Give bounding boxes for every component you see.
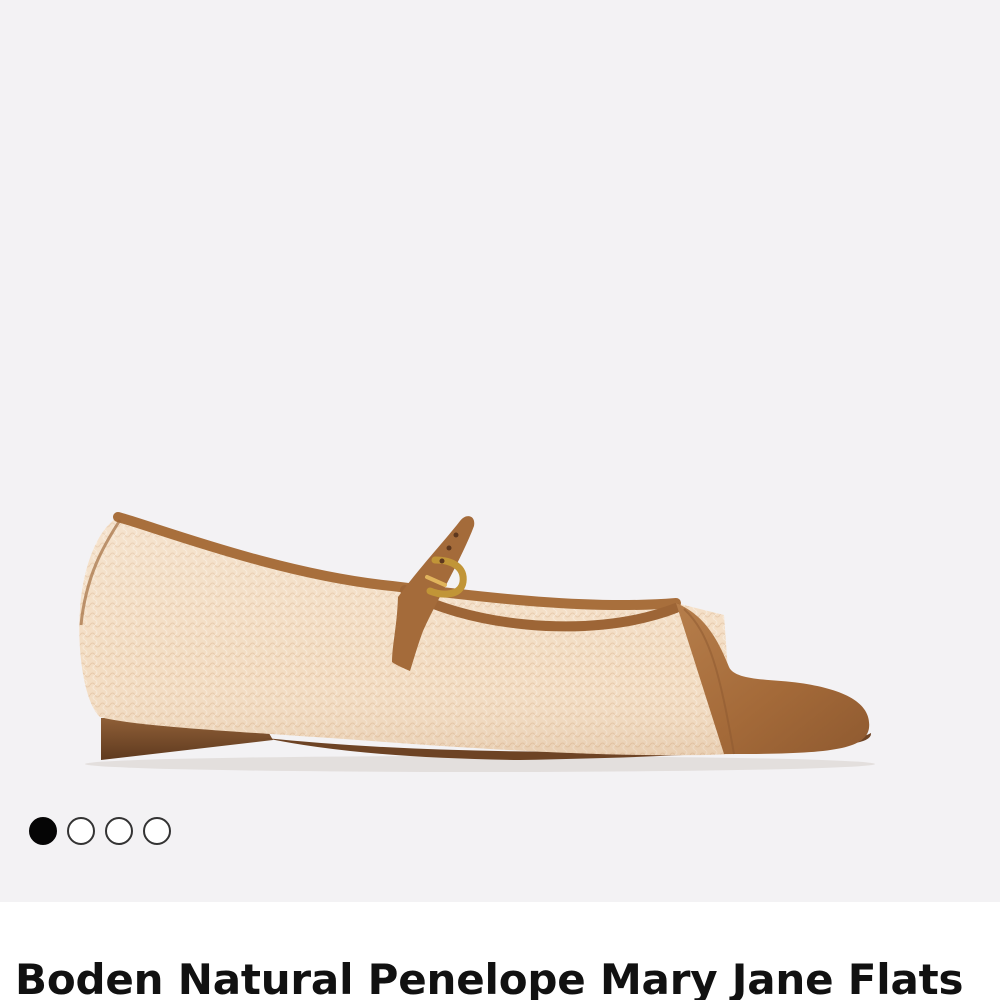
carousel-dot-2[interactable] bbox=[67, 817, 95, 845]
carousel-dot-1[interactable] bbox=[29, 817, 57, 845]
product-image bbox=[79, 512, 875, 772]
product-title: Boden Natural Penelope Mary Jane Flats bbox=[15, 955, 964, 1000]
carousel-dot-3[interactable] bbox=[105, 817, 133, 845]
carousel-dot-4[interactable] bbox=[143, 817, 171, 845]
product-image-gallery[interactable] bbox=[0, 0, 1000, 902]
image-carousel-dots bbox=[29, 817, 171, 845]
product-page: Boden Natural Penelope Mary Jane Flats bbox=[0, 0, 1000, 1000]
